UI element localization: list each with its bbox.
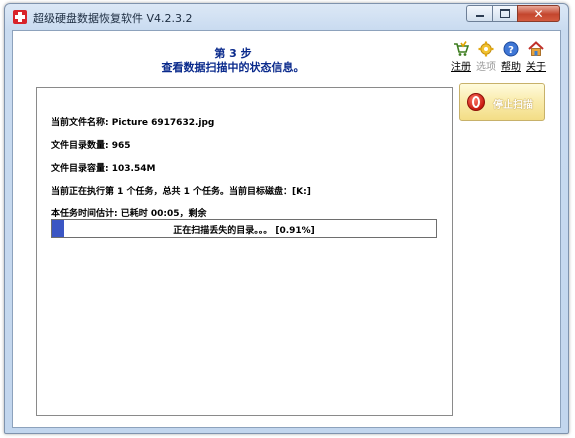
caption-buttons: ✕ <box>466 5 560 23</box>
time-estimate: 本任务时间估计: 已耗时 00:05，剩余 <box>51 209 207 219</box>
options-label: 选项 <box>476 62 496 73</box>
task-status: 当前正在执行第 1 个任务，总共 1 个任务。当前目标磁盘：[K:] <box>51 187 311 197</box>
gear-icon <box>478 41 494 57</box>
register-button[interactable]: 注册 <box>449 41 473 73</box>
directory-count: 文件目录数量: 965 <box>51 141 131 151</box>
help-icon: ? <box>503 41 519 57</box>
scan-status-panel: 当前文件名称: Picture 6917632.jpg 文件目录数量: 965 … <box>36 87 453 416</box>
current-file-name: 当前文件名称: Picture 6917632.jpg <box>51 118 215 128</box>
maximize-icon <box>500 9 510 18</box>
scan-progress-bar: 正在扫描丢失的目录。。。 [0.91%] <box>51 219 437 238</box>
register-label: 注册 <box>451 62 471 73</box>
step-subtitle: 查看数据扫描中的状态信息。 <box>161 61 305 74</box>
help-label: 帮助 <box>501 62 521 73</box>
cart-icon <box>453 41 470 57</box>
about-button[interactable]: 关于 <box>524 41 548 73</box>
about-label: 关于 <box>526 62 546 73</box>
stop-scan-button[interactable]: 停止扫描 <box>459 83 545 121</box>
progress-text: 正在扫描丢失的目录。。。 [0.91%] <box>173 226 315 236</box>
options-button[interactable]: 选项 <box>474 41 498 73</box>
maximize-button[interactable] <box>492 5 517 22</box>
svg-text:?: ? <box>508 45 514 56</box>
app-window: 超级硬盘数据恢复软件 V4.2.3.2 ✕ 第 3 步 查看数据扫描中的状态信息… <box>4 3 569 434</box>
stop-scan-label: 停止扫描 <box>493 100 533 111</box>
toolbar: 注册 选项 ? 帮助 关于 <box>448 41 548 73</box>
close-icon: ✕ <box>533 6 544 21</box>
title-bar[interactable]: 超级硬盘数据恢复软件 V4.2.3.2 ✕ <box>5 4 568 30</box>
close-button[interactable]: ✕ <box>517 5 560 22</box>
stop-icon <box>467 93 485 111</box>
home-icon <box>528 41 544 57</box>
help-button[interactable]: ? 帮助 <box>499 41 523 73</box>
window-title: 超级硬盘数据恢复软件 V4.2.3.2 <box>33 12 193 25</box>
app-logo-icon <box>13 10 27 24</box>
minimize-button[interactable] <box>466 5 492 22</box>
directory-size: 文件目录容量: 103.54M <box>51 164 156 174</box>
minimize-icon <box>475 15 484 17</box>
client-area: 第 3 步 查看数据扫描中的状态信息。 注册 选项 ? 帮助 关于 当前文件名称… <box>12 30 561 428</box>
